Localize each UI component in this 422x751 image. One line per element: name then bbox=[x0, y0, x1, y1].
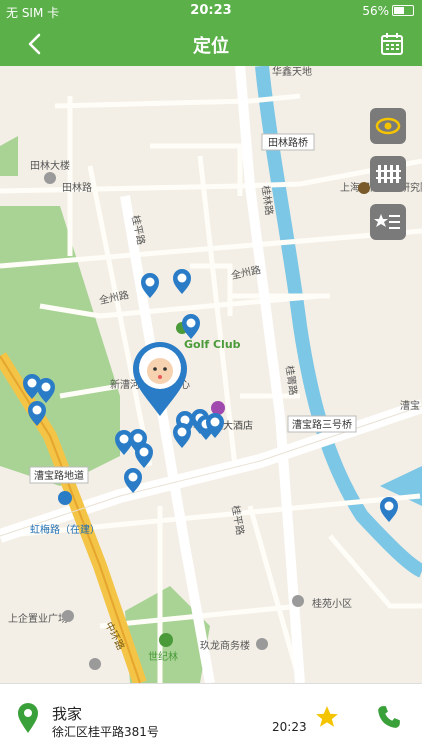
battery-icon bbox=[392, 5, 414, 16]
fence-icon bbox=[376, 165, 401, 183]
map-label: 田林大楼 bbox=[30, 159, 70, 172]
battery-indicator: 56% bbox=[362, 4, 414, 18]
phone-icon[interactable] bbox=[376, 704, 402, 730]
star-list-icon bbox=[374, 214, 400, 229]
map-label: 玖龙商务楼 bbox=[200, 639, 250, 652]
location-time: 20:23 bbox=[272, 720, 307, 734]
map-canvas[interactable]: 华鑫天地 田林大楼 田林路 上海国际问题研究院 全州路 全州路 桂平路 桂林路 … bbox=[0, 66, 422, 683]
location-address: 徐汇区桂平路381号 bbox=[52, 725, 159, 739]
map-label: 漕宝路三号桥 bbox=[292, 418, 352, 431]
map-label: 上企置业广场 bbox=[8, 612, 68, 625]
eye-icon bbox=[375, 117, 401, 135]
building-icon bbox=[89, 658, 101, 670]
building-icon bbox=[256, 638, 268, 650]
map-label: 世纪林 bbox=[148, 650, 178, 663]
calendar-icon[interactable] bbox=[380, 32, 404, 56]
fence-button[interactable] bbox=[370, 156, 406, 192]
map-label: 华鑫天地 bbox=[272, 66, 312, 78]
building-icon bbox=[292, 595, 304, 607]
park-icon bbox=[159, 633, 173, 647]
star-icon[interactable] bbox=[314, 704, 340, 730]
map-label: 虹梅路（在建） bbox=[30, 523, 100, 536]
location-name: 我家 bbox=[52, 705, 83, 723]
nav-bar: 定位 bbox=[0, 22, 422, 66]
page-title: 定位 bbox=[193, 36, 229, 57]
building-icon bbox=[44, 172, 56, 184]
favorites-list-button[interactable] bbox=[370, 204, 406, 240]
building-icon bbox=[62, 610, 74, 622]
location-pin-icon bbox=[18, 703, 38, 733]
map-label: 田林路 bbox=[62, 181, 92, 194]
map-label: 漕宝 bbox=[400, 399, 420, 412]
battery-percent: 56% bbox=[362, 4, 389, 18]
location-info-bar: 我家 徐汇区桂平路381号 20:23 bbox=[0, 683, 422, 751]
map-label: 漕宝路地道 bbox=[34, 469, 84, 482]
map-view[interactable]: 华鑫天地 田林大楼 田林路 上海国际问题研究院 全州路 全州路 桂平路 桂林路 … bbox=[0, 66, 422, 683]
hotel-icon bbox=[211, 401, 225, 415]
map-label: 桂苑小区 bbox=[312, 597, 352, 610]
school-icon bbox=[358, 182, 370, 194]
map-label: Golf Club bbox=[184, 338, 241, 351]
map-label: 田林路桥 bbox=[268, 136, 308, 149]
status-time: 20:23 bbox=[190, 3, 232, 18]
eye-toggle-button[interactable] bbox=[370, 108, 406, 144]
metro-icon bbox=[58, 491, 72, 505]
status-bar: 无 SIM 卡 20:23 56% bbox=[0, 0, 422, 22]
